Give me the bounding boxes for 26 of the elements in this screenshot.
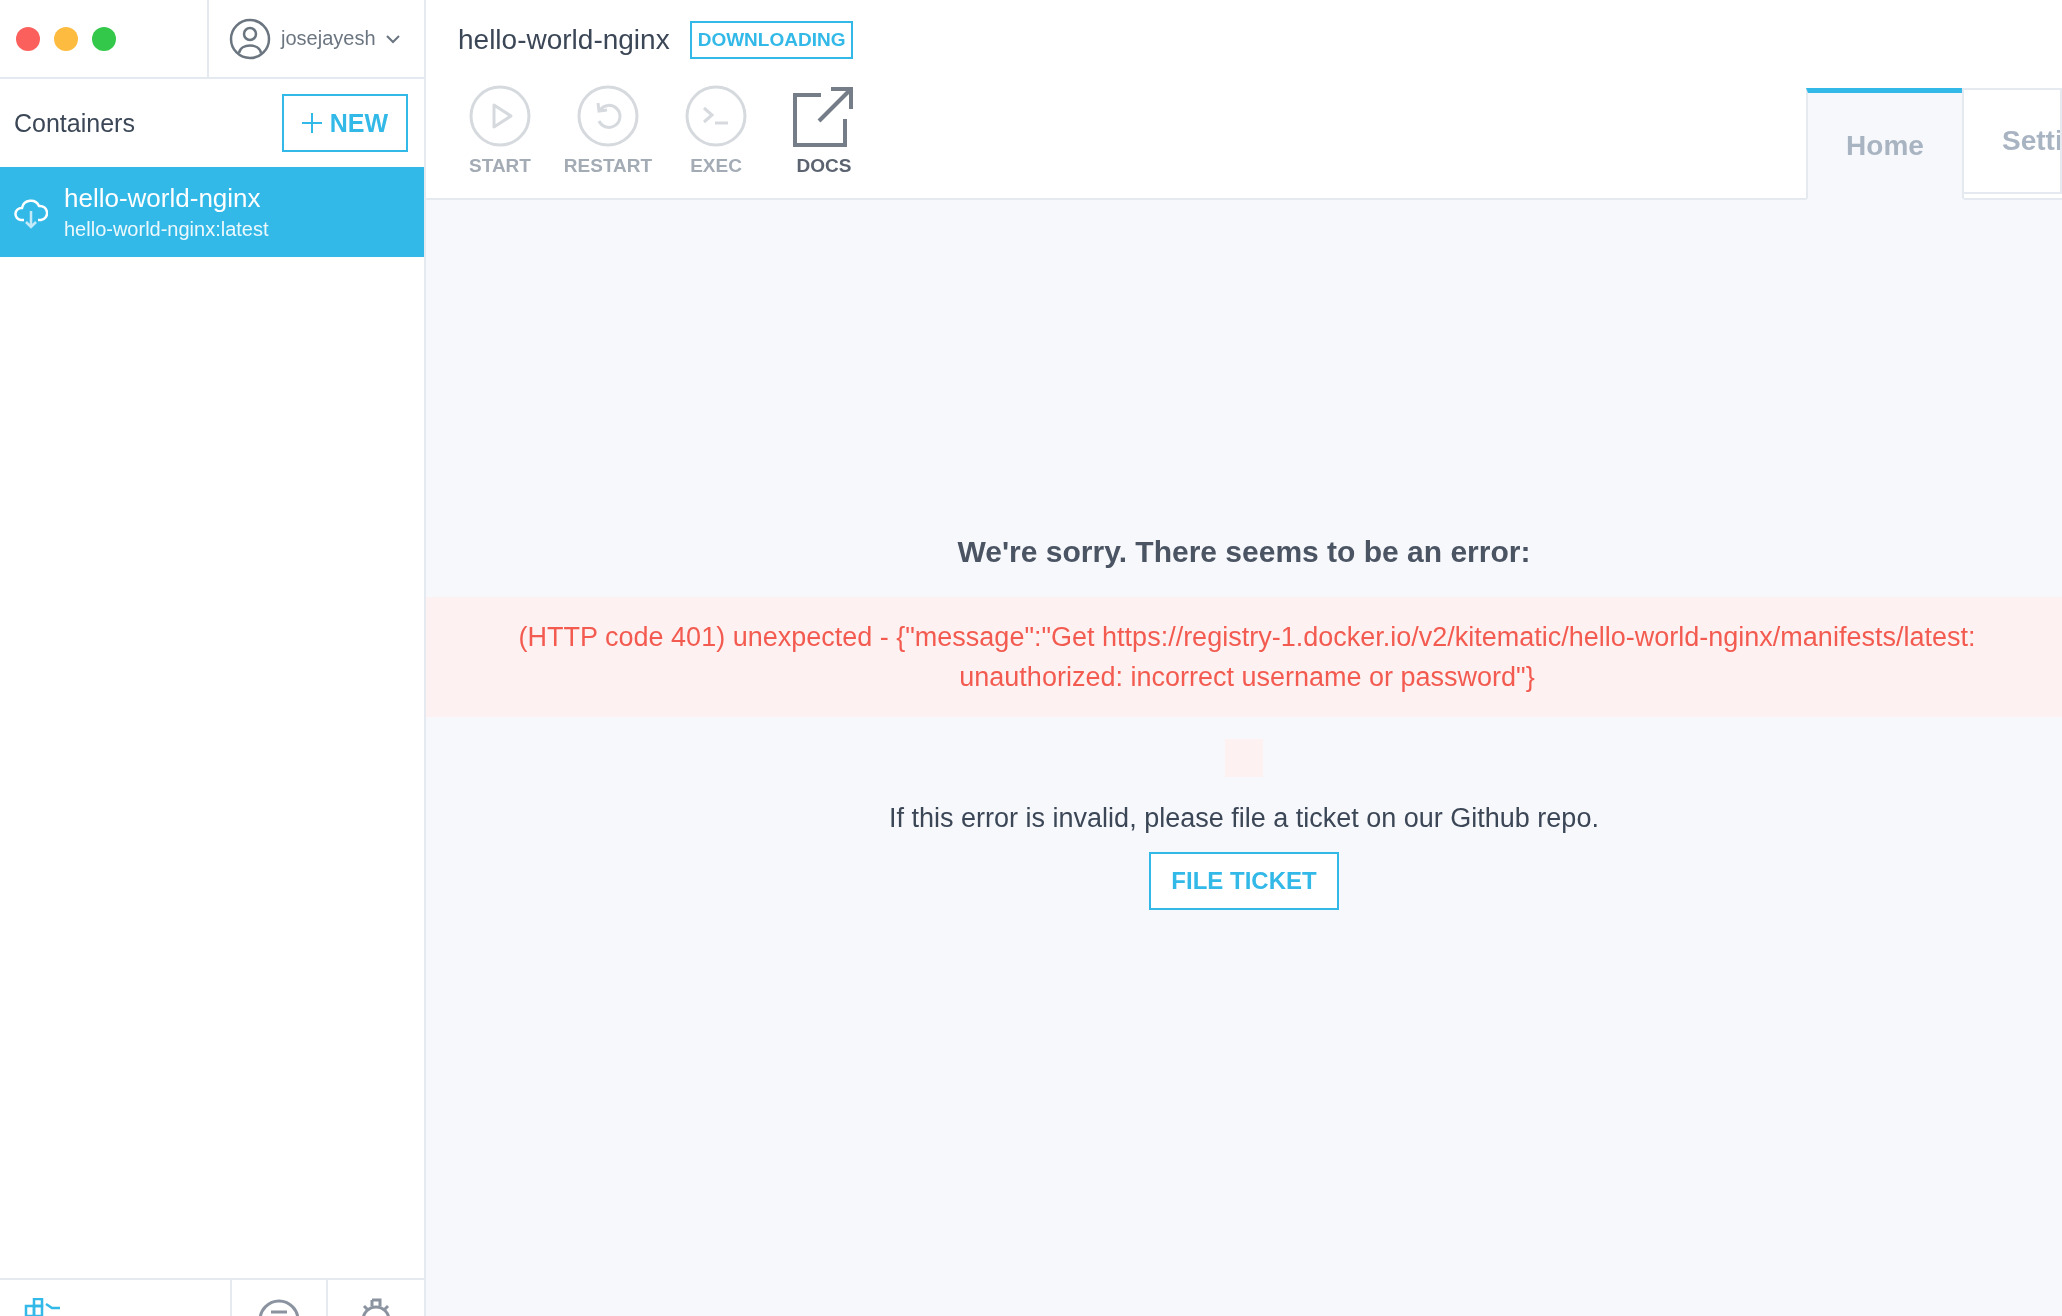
zoom-button[interactable]: [92, 26, 116, 51]
tab[interactable]: Home: [1806, 88, 1964, 200]
tab[interactable]: Setti: [1962, 88, 2062, 194]
sidebar-title: Containers: [14, 108, 135, 138]
user-avatar-icon[interactable]: [229, 17, 271, 60]
terminal-icon: [685, 85, 747, 147]
status-badge: DOWNLOADING: [689, 20, 854, 59]
container-name: hello-world-nginx: [64, 183, 262, 214]
docs-button[interactable]: DOCS: [778, 79, 870, 177]
play-icon: [469, 85, 531, 147]
external-link-icon: [793, 85, 855, 147]
restart-icon: [577, 85, 639, 147]
container-image: hello-world-nginx:latest: [64, 218, 269, 241]
chat-icon[interactable]: [257, 1298, 301, 1316]
new-button[interactable]: NEW: [281, 94, 408, 152]
error-heading: We're sorry. There seems to be an error:: [957, 535, 1531, 569]
file-ticket-button[interactable]: FILE TICKET: [1149, 852, 1339, 910]
error-message: (HTTP code 401) unexpected - {"message":"Get https://registry-1.docker.io/v2/kitematic/hello-world-nginx/manifests/latest: unauthorized: incorrect username or password"}: [426, 597, 2062, 717]
plus-icon: [301, 113, 322, 133]
username[interactable]: josejayesh: [281, 27, 376, 50]
error-hint: If this error is invalid, please file a ticket on our Github repo.: [889, 803, 1599, 834]
close-button[interactable]: [16, 26, 40, 51]
minimize-button[interactable]: [54, 26, 78, 51]
chevron-down-icon[interactable]: [385, 33, 400, 44]
container-title: hello-world-nginx: [458, 23, 670, 56]
container-item[interactable]: hello-world-nginx hello-world-nginx:latest: [0, 167, 424, 257]
